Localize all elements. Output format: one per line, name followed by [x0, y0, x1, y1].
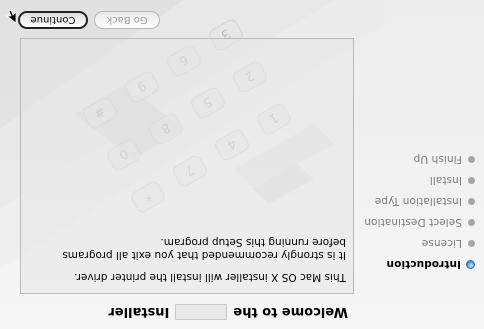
title-prefix: Welcome to the — [233, 304, 348, 320]
sidebar-step-finish-up: Finish Up — [365, 151, 475, 168]
go-back-button[interactable]: Go Back — [94, 11, 160, 29]
sidebar-step-introduction: Introduction — [365, 256, 475, 273]
installer-window: 123456789*0# Welcome to the Installer In… — [0, 0, 484, 329]
step-label: License — [421, 237, 462, 250]
step-bullet-icon — [468, 240, 475, 247]
step-bullet-icon — [468, 156, 475, 163]
sidebar-step-installation-type: Installation Type — [365, 193, 475, 210]
recommendation-line-2: before running this Setup program. — [160, 236, 346, 248]
step-bullet-icon — [468, 177, 475, 184]
sidebar-step-install: Install — [365, 172, 475, 189]
step-label: Finish Up — [413, 153, 462, 166]
current-step-bullet-icon — [466, 260, 475, 269]
sidebar-step-license: License — [365, 235, 475, 252]
step-label: Select Destination — [364, 216, 462, 229]
recommendation-paragraph: It is strongly recommended that you exit… — [26, 235, 346, 261]
product-name-field — [175, 304, 228, 320]
sidebar-step-select-destination: Select Destination — [364, 214, 475, 231]
page-title: Welcome to the Installer — [108, 302, 348, 322]
step-label: Install — [429, 174, 462, 187]
step-label: Introduction — [386, 258, 461, 271]
installer-steps-sidebar: Introduction License Select Destination … — [364, 147, 475, 273]
step-bullet-icon — [468, 198, 475, 205]
continue-button[interactable]: Continue — [18, 11, 88, 29]
step-label: Installation Type — [374, 195, 462, 208]
intro-paragraph: This Mac OS X installer will install the… — [74, 271, 346, 283]
introduction-text: This Mac OS X installer will install the… — [26, 226, 346, 283]
step-bullet-icon — [468, 219, 475, 226]
recommendation-line-1: It is strongly recommended that you exit… — [62, 249, 346, 261]
mouse-cursor-icon — [6, 9, 16, 23]
title-suffix: Installer — [108, 304, 170, 320]
